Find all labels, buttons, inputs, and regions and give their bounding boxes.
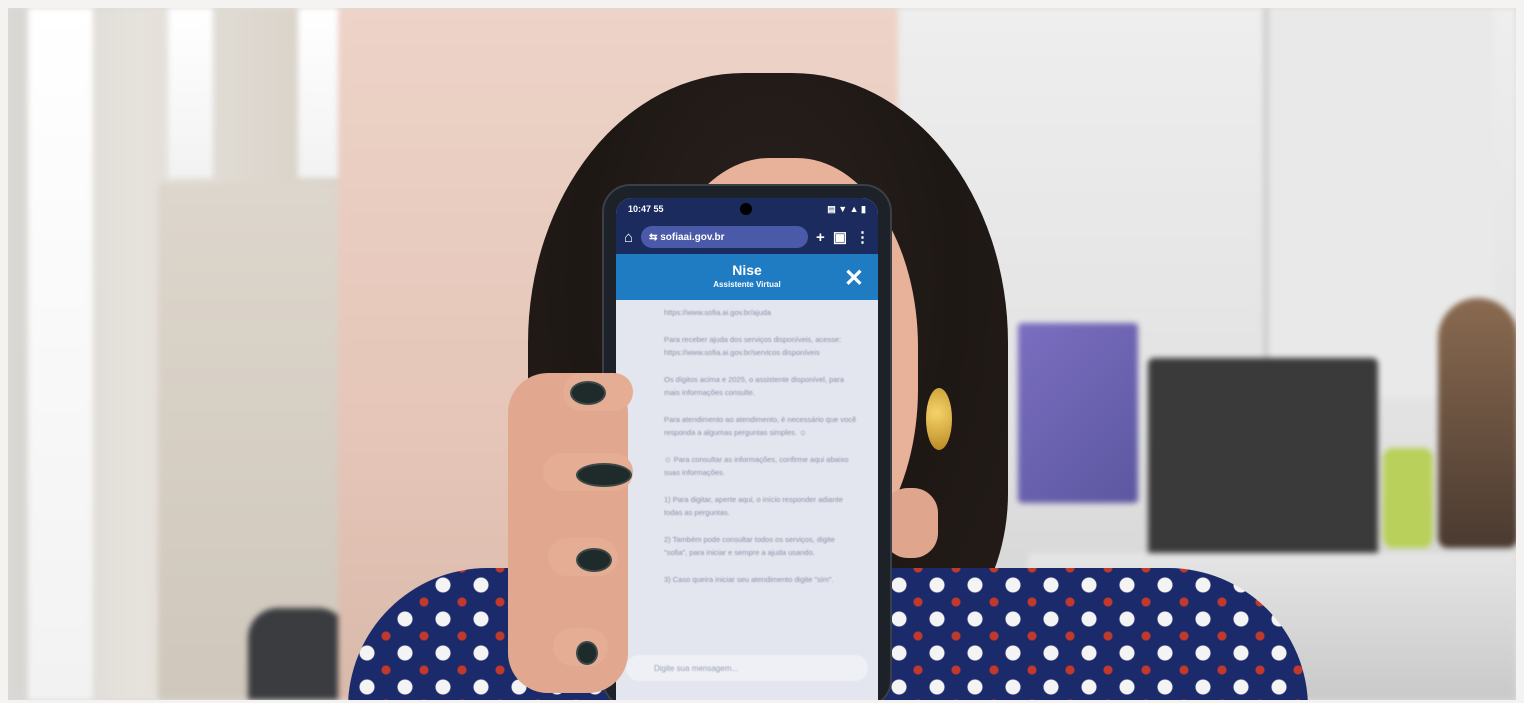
office-equipment [1148, 358, 1378, 558]
front-camera [740, 203, 752, 215]
home-icon[interactable]: ⌂ [624, 229, 633, 246]
chat-message: ☺ Para consultar as informações, confirm… [664, 455, 849, 477]
chat-message: 3) Caso queira iniciar seu atendimento d… [664, 575, 834, 584]
background-person [1438, 298, 1516, 548]
phone-screen: 10:47 55 ▤ ▼ ▲ ▮ ⌂ ⇆ sofiaai.gov.br + ▣ … [616, 198, 878, 700]
chat-input[interactable]: Digite sua mensagem... [626, 655, 868, 681]
chat-messages: https://www.sofia.ai.gov.br/ajuda Para r… [616, 300, 878, 586]
black-nail [570, 381, 606, 405]
url-text: ⇆ sofiaai.gov.br [649, 231, 725, 243]
tabs-icon[interactable]: ▣ [833, 228, 847, 246]
photo-scene: 10:47 55 ▤ ▼ ▲ ▮ ⌂ ⇆ sofiaai.gov.br + ▣ … [8, 8, 1516, 700]
window-right [298, 8, 343, 178]
black-nail [576, 641, 598, 665]
new-tab-icon[interactable]: + [816, 229, 825, 246]
chat-message: 2) Também pode consultar todos os serviç… [664, 535, 835, 557]
chat-subtitle: Assistente Virtual [713, 280, 781, 289]
chat-message: 1) Para digitar, aperte aqui, o início r… [664, 495, 843, 517]
chat-header: Nise Assistente Virtual ✕ [616, 254, 878, 300]
black-nail [576, 463, 632, 487]
office-chair [248, 608, 348, 700]
menu-icon[interactable]: ⋮ [855, 228, 870, 246]
chat-input-placeholder: Digite sua mensagem... [654, 663, 739, 673]
chat-message: https://www.sofia.ai.gov.br/ajuda [664, 308, 771, 317]
window-middle [168, 8, 213, 178]
status-icons: ▤ ▼ ▲ ▮ [827, 203, 866, 214]
url-bar[interactable]: ⇆ sofiaai.gov.br [641, 226, 809, 248]
status-time: 10:47 55 [628, 204, 664, 214]
right-thumb [883, 488, 938, 558]
chat-message: Os dígitos acima e 2025, o assistente di… [664, 375, 845, 397]
chat-message: Para receber ajuda dos serviços disponív… [664, 335, 842, 357]
chat-message: Para atendimento ao atendimento, é neces… [664, 415, 857, 437]
chat-title: Nise [732, 262, 762, 278]
bottle [1383, 448, 1433, 548]
browser-toolbar: ⌂ ⇆ sofiaai.gov.br + ▣ ⋮ [616, 220, 878, 254]
window-left [28, 8, 93, 700]
black-nail [576, 548, 612, 572]
computer-monitor [1018, 323, 1138, 503]
close-icon[interactable]: ✕ [844, 264, 864, 293]
gold-earring [926, 388, 952, 450]
